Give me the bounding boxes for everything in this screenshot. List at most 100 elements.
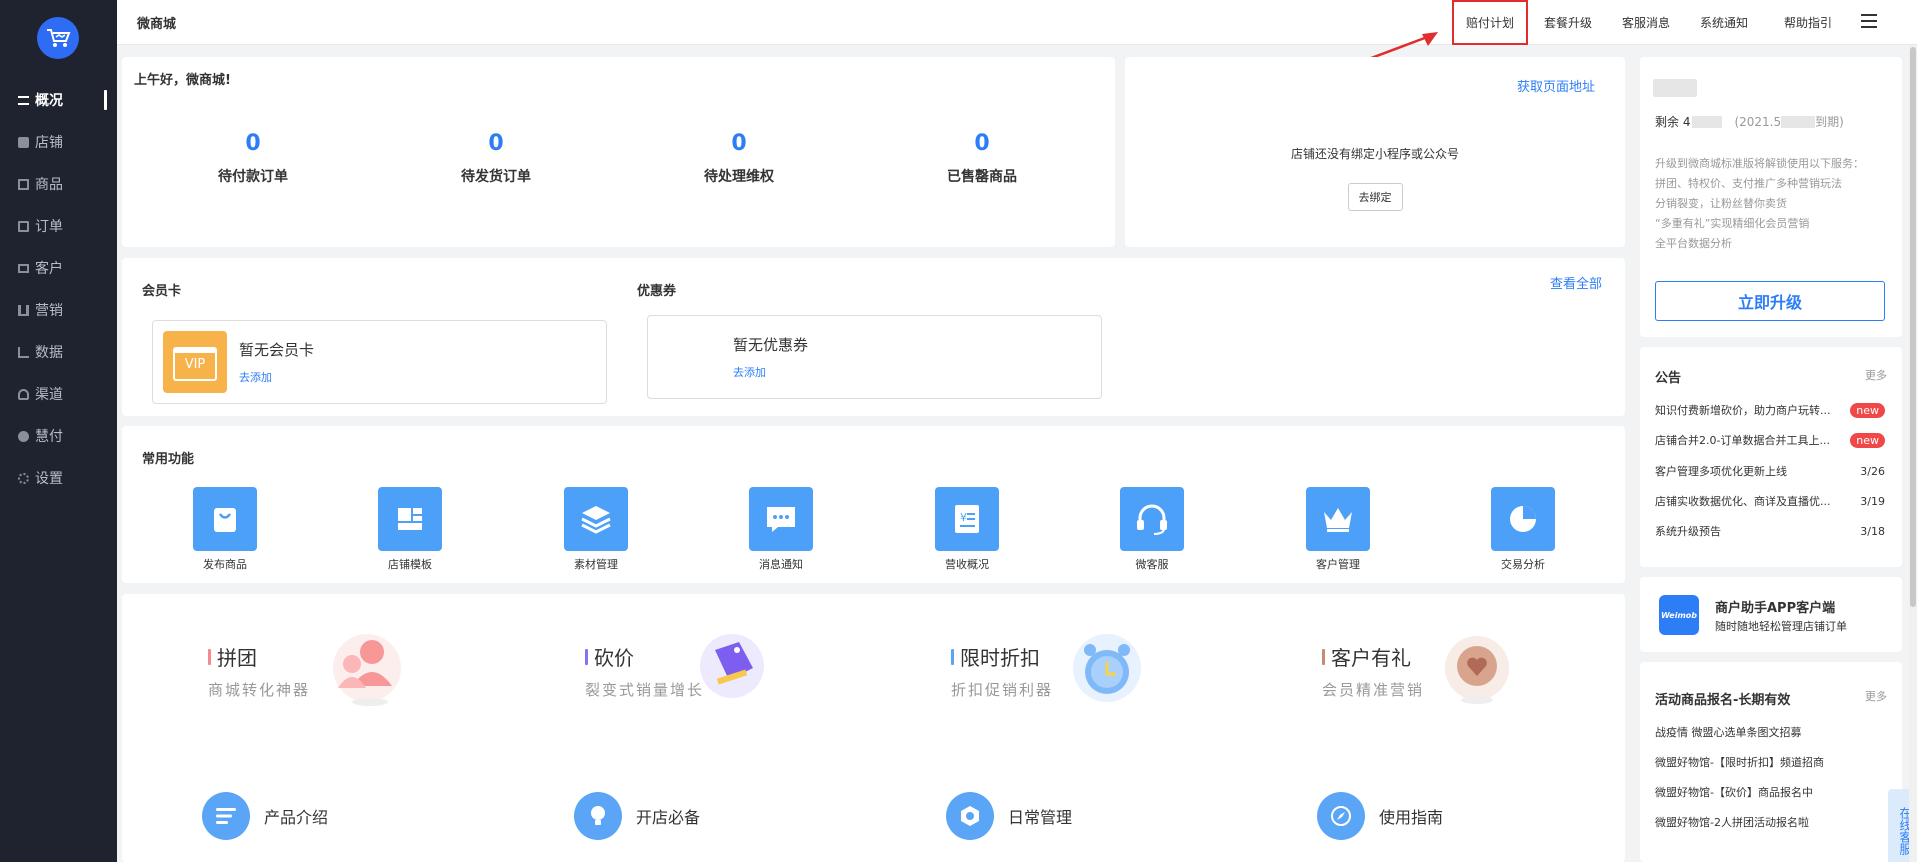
notice-date: 3/26 xyxy=(1860,464,1885,478)
sidebar-item-marketing[interactable]: 营销 xyxy=(0,289,117,331)
sidebar-item-data[interactable]: 数据 xyxy=(0,331,117,373)
desc-line: 升级到微商城标准版将解锁使用以下服务： xyxy=(1655,157,1864,170)
guide-daily-management[interactable]: 日常管理 xyxy=(946,792,1072,840)
topnav-help-guide[interactable]: 帮助指引 xyxy=(1784,0,1832,45)
sidebar-item-label: 店铺 xyxy=(35,135,63,151)
sidebar-item-label: 客户 xyxy=(35,261,63,277)
add-coupon-link[interactable]: 去添加 xyxy=(733,364,766,380)
func-transaction-analysis[interactable]: 交易分析 xyxy=(1473,487,1573,572)
account-card: 剩余 4 (2021.5 到期) 升级到微商城标准版将解锁使用以下服务： 拼团、… xyxy=(1640,57,1902,337)
upgrade-now-button[interactable]: 立即升级 xyxy=(1655,281,1885,321)
price-tag-illustration-icon xyxy=(700,634,764,698)
hamburger-menu-icon[interactable] xyxy=(1861,14,1877,28)
accent-bar xyxy=(208,648,211,665)
notice-item[interactable]: 知识付费新增砍价，助力商户玩转... new xyxy=(1655,402,1885,418)
redacted-block xyxy=(1781,115,1816,128)
promo-title: 拼团 xyxy=(217,646,257,670)
sidebar-item-label: 商品 xyxy=(35,177,63,193)
guide-product-intro[interactable]: 产品介绍 xyxy=(202,792,328,840)
sidebar-item-shop[interactable]: 店铺 xyxy=(0,121,117,163)
func-customer-service[interactable]: 微客服 xyxy=(1102,487,1202,572)
desc-line: 全平台数据分析 xyxy=(1655,237,1732,250)
notice-item[interactable]: 店铺实收数据优化、商详及直播优... 3/19 xyxy=(1655,493,1885,509)
topnav-compensation-plan[interactable]: 赔付计划 xyxy=(1452,0,1529,45)
crown-icon xyxy=(1306,487,1370,551)
guide-usage-guide[interactable]: 使用指南 xyxy=(1317,792,1443,840)
logo[interactable] xyxy=(37,17,79,59)
activity-item[interactable]: 微盟好物馆-【限时折扣】频道招商 xyxy=(1655,754,1824,770)
page-scrollbar[interactable] xyxy=(1909,45,1917,862)
topnav-system-notices[interactable]: 系统通知 xyxy=(1700,0,1748,45)
notice-item[interactable]: 系统升级预告 3/18 xyxy=(1655,523,1885,539)
lightbulb-icon xyxy=(574,792,622,840)
get-page-url-link[interactable]: 获取页面地址 xyxy=(1517,76,1595,95)
stat-value: 0 xyxy=(245,131,261,156)
stat-label: 已售罄商品 xyxy=(947,169,1017,185)
func-label: 营收概况 xyxy=(945,558,989,571)
view-all-link[interactable]: 查看全部 xyxy=(1550,273,1602,292)
member-card-empty-box: VIP 暂无会员卡 去添加 xyxy=(152,320,607,404)
func-label: 客户管理 xyxy=(1316,558,1360,571)
activity-item[interactable]: 战疫情 微盟心选单条图文招募 xyxy=(1655,724,1802,740)
add-member-card-link[interactable]: 去添加 xyxy=(239,369,272,385)
sidebar-item-goods[interactable]: 商品 xyxy=(0,163,117,205)
sidebar-item-settings[interactable]: 设置 xyxy=(0,457,117,499)
overview-card: 上午好，微商城! 0 待付款订单 0 待发货订单 0 待处理维权 0 已售罄商品 xyxy=(122,57,1115,247)
sidebar-item-channels[interactable]: 渠道 xyxy=(0,373,117,415)
func-material-management[interactable]: 素材管理 xyxy=(546,487,646,572)
func-customer-management[interactable]: 客户管理 xyxy=(1288,487,1388,572)
notice-item[interactable]: 店铺合并2.0-订单数据合并工具上... new xyxy=(1655,432,1885,448)
topnav-service-messages[interactable]: 客服消息 xyxy=(1622,0,1670,45)
vip-text: VIP xyxy=(173,347,217,381)
notice-text: 知识付费新增砍价，助力商户玩转... xyxy=(1655,404,1831,417)
stat-value: 0 xyxy=(488,131,504,156)
activity-more-link[interactable]: 更多 xyxy=(1865,688,1887,704)
sidebar-item-orders[interactable]: 订单 xyxy=(0,205,117,247)
func-label: 交易分析 xyxy=(1501,558,1545,571)
promo-customer-gift[interactable]: 客户有礼 会员精准营销 xyxy=(1322,642,1424,700)
line-chart-icon xyxy=(18,346,29,358)
stat-label: 待付款订单 xyxy=(218,169,288,185)
stat-pending-shipment[interactable]: 0 待发货订单 xyxy=(416,131,576,186)
stat-sold-out[interactable]: 0 已售罄商品 xyxy=(902,131,1062,186)
shopping-bag-icon xyxy=(193,487,257,551)
stat-label: 待发货订单 xyxy=(461,169,531,185)
vip-card-icon: VIP xyxy=(163,331,227,393)
promo-subtitle: 会员精准营销 xyxy=(1322,681,1425,699)
func-label: 消息通知 xyxy=(759,558,803,571)
activity-item[interactable]: 微盟好物馆-2人拼团活动报名啦 xyxy=(1655,814,1809,830)
func-publish-goods[interactable]: 发布商品 xyxy=(175,487,275,572)
sidebar-item-customers[interactable]: 客户 xyxy=(0,247,117,289)
binding-message: 店铺还没有绑定小程序或公众号 xyxy=(1290,147,1459,161)
remain-date: (2021.5 xyxy=(1734,114,1782,129)
func-shop-template[interactable]: 店铺模板 xyxy=(360,487,460,572)
activity-item[interactable]: 微盟好物馆-【砍价】商品报名中 xyxy=(1655,784,1813,800)
app-promo-card[interactable]: Weimob 商户助手APP客户端 随时随地轻松管理店铺订单 xyxy=(1640,577,1902,652)
notice-text: 店铺实收数据优化、商详及直播优... xyxy=(1655,495,1831,508)
func-message-notification[interactable]: 消息通知 xyxy=(731,487,831,572)
notice-more-link[interactable]: 更多 xyxy=(1865,367,1887,383)
topnav-label: 套餐升级 xyxy=(1544,16,1593,30)
promo-group-buy[interactable]: 拼团 商城转化神器 xyxy=(208,642,310,700)
func-revenue-overview[interactable]: ¥ 营收概况 xyxy=(917,487,1017,572)
sidebar-item-overview[interactable]: 概况 xyxy=(0,79,117,121)
upgrade-description: 升级到微商城标准版将解锁使用以下服务： 拼团、特权价、支付推广多种营销玩法 分销… xyxy=(1655,154,1895,254)
promo-limited-discount[interactable]: 限时折扣 折扣促销利器 xyxy=(951,642,1053,700)
stat-pending-rights[interactable]: 0 待处理维权 xyxy=(659,131,819,186)
sidebar-item-label: 订单 xyxy=(35,219,63,235)
remain-prefix: 剩余 4 xyxy=(1655,115,1691,129)
account-name-redacted xyxy=(1653,79,1697,97)
promo-title: 客户有礼 xyxy=(1331,646,1411,670)
bind-button[interactable]: 去绑定 xyxy=(1347,183,1403,211)
scrollbar-thumb[interactable] xyxy=(1910,47,1916,607)
stat-pending-payment[interactable]: 0 待付款订单 xyxy=(173,131,333,186)
func-label: 素材管理 xyxy=(574,558,618,571)
promotions-section: 拼团 商城转化神器 砍价 裂变式销量增长 限时折扣 折扣促销利器 客户有礼 会员… xyxy=(122,594,1625,862)
notice-item[interactable]: 客户管理多项优化更新上线 3/26 xyxy=(1655,463,1885,479)
guide-store-essentials[interactable]: 开店必备 xyxy=(574,792,700,840)
sidebar-item-huifu[interactable]: 慧付 xyxy=(0,415,117,457)
topnav-package-upgrade[interactable]: 套餐升级 xyxy=(1544,0,1592,45)
promo-title: 限时折扣 xyxy=(960,646,1040,670)
notice-date: 3/19 xyxy=(1860,494,1885,508)
sidebar-item-label: 数据 xyxy=(35,345,63,361)
